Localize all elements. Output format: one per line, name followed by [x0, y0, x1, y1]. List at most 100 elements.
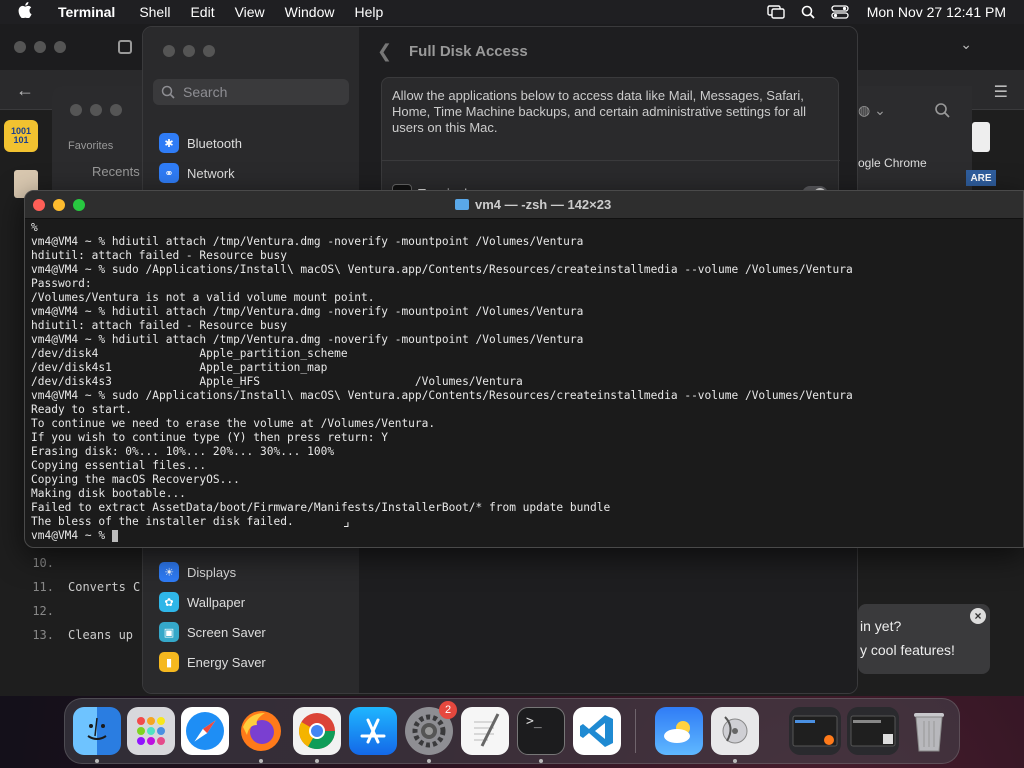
- spotlight-search-icon[interactable]: [799, 5, 817, 19]
- dock-chrome-icon[interactable]: [293, 707, 341, 755]
- code-line: 12.: [32, 604, 54, 618]
- sidebar-item-label: Displays: [187, 564, 237, 580]
- back-chevron-icon[interactable]: ❮: [377, 41, 392, 62]
- terminal-prompt-line[interactable]: vm4@VM4 ~ %: [31, 529, 1021, 543]
- terminal-line: hdiutil: attach failed - Resource busy: [31, 319, 287, 332]
- menu-edit[interactable]: Edit: [190, 4, 214, 20]
- search-icon[interactable]: [934, 102, 950, 118]
- page-title: Full Disk Access: [409, 43, 528, 60]
- chevron-down-icon[interactable]: ⌄: [960, 36, 972, 53]
- notification-line-2: y cool features!: [860, 642, 955, 658]
- dock-finder-icon[interactable]: [73, 707, 121, 755]
- terminal-zoom-button[interactable]: [73, 199, 85, 211]
- terminal-line: Erasing disk: 0%... 10%... 20%... 30%...…: [31, 445, 335, 458]
- menu-hamburger-icon[interactable]: ☰: [994, 82, 1008, 102]
- sidebar-item-label: Energy Saver: [187, 654, 266, 670]
- dock-system-settings-icon[interactable]: 2: [405, 701, 457, 755]
- running-indicator: [733, 759, 737, 763]
- search-icon: [161, 85, 175, 99]
- terminal-line: Password:: [31, 277, 92, 290]
- settings-close-button[interactable]: [163, 45, 175, 57]
- full-disk-access-description: Allow the applications below to access d…: [392, 88, 807, 135]
- finder-minimize-button[interactable]: [90, 104, 102, 116]
- terminal-line: Copying essential files...: [31, 459, 207, 472]
- menu-shell[interactable]: Shell: [139, 4, 170, 20]
- control-center-icon[interactable]: [831, 5, 849, 19]
- bluetooth-icon: ✱: [159, 133, 179, 153]
- sidebar-item-energy-saver[interactable]: ▮ Energy Saver: [159, 650, 266, 674]
- screen-mirroring-icon[interactable]: [767, 5, 785, 19]
- settings-dial-icon[interactable]: ◍ ⌄: [858, 102, 886, 119]
- sidebar-item-wallpaper[interactable]: ✿ Wallpaper: [159, 590, 245, 614]
- folder-icon: [455, 199, 469, 210]
- dock-weather-icon[interactable]: [655, 707, 703, 755]
- dock: 2 >_: [64, 698, 960, 764]
- menu-bar: Terminal Shell Edit View Window Help Mon…: [0, 0, 1024, 24]
- terminal-line: %: [31, 221, 38, 234]
- sidebar-item-recents[interactable]: Recents: [92, 164, 140, 179]
- sidebar-item-screen-saver[interactable]: ▣ Screen Saver: [159, 620, 266, 644]
- terminal-line: If you wish to continue type (Y) then pr…: [31, 431, 388, 444]
- terminal-line: hdiutil: attach failed - Resource busy: [31, 249, 287, 262]
- terminal-line: Ready to start.: [31, 403, 133, 416]
- dock-separator: [635, 709, 636, 753]
- terminal-prompt: vm4@VM4 ~ %: [31, 529, 112, 542]
- running-indicator: [315, 759, 319, 763]
- terminal-minimize-button[interactable]: [53, 199, 65, 211]
- settings-minimize-button[interactable]: [183, 45, 195, 57]
- settings-zoom-button[interactable]: [203, 45, 215, 57]
- menu-clock[interactable]: Mon Nov 27 12:41 PM: [867, 4, 1006, 20]
- dock-disk-utility-icon[interactable]: [711, 707, 759, 755]
- settings-search-input[interactable]: [183, 84, 333, 100]
- terminal-screen[interactable]: % vm4@VM4 ~ % hdiutil attach /tmp/Ventur…: [31, 221, 1021, 547]
- code-line: 13. Cleans up: [32, 628, 134, 642]
- background-finder-window: Favorites Recents: [52, 86, 142, 196]
- dock-minimized-window-1[interactable]: [789, 707, 841, 755]
- settings-search-box[interactable]: [153, 79, 349, 105]
- code-line: 11. Converts C: [32, 580, 141, 594]
- notification-bubble[interactable]: in yet? y cool features! ×: [858, 604, 990, 674]
- dock-app-store-icon[interactable]: [349, 707, 397, 755]
- dock-minimized-window-2[interactable]: [847, 707, 899, 755]
- window-close-button[interactable]: [14, 41, 26, 53]
- site-logo: 1001 101: [4, 120, 38, 152]
- notification-close-icon[interactable]: ×: [970, 608, 986, 624]
- menu-window[interactable]: Window: [285, 4, 335, 20]
- window-zoom-button[interactable]: [54, 41, 66, 53]
- dock-launchpad-icon[interactable]: [127, 707, 175, 755]
- dock-vscode-icon[interactable]: [573, 707, 621, 755]
- wallpaper-icon: ✿: [159, 592, 179, 612]
- menu-app-name[interactable]: Terminal: [58, 4, 115, 20]
- sidebar-item-bluetooth[interactable]: ✱ Bluetooth: [159, 131, 242, 155]
- sidebar-item-displays[interactable]: ☀ Displays: [159, 560, 236, 584]
- terminal-close-button[interactable]: [33, 199, 45, 211]
- dock-textedit-icon[interactable]: [461, 707, 509, 755]
- sidebar-item-label: Screen Saver: [187, 624, 266, 640]
- code-line: 10.: [32, 556, 54, 570]
- sidebar-item-label: Wallpaper: [187, 594, 246, 610]
- back-arrow-icon[interactable]: ←: [16, 80, 34, 101]
- window-minimize-button[interactable]: [34, 41, 46, 53]
- terminal-line: /dev/disk4 Apple_partition_scheme: [31, 347, 348, 360]
- sidebar-item-label: Network: [187, 165, 235, 181]
- chrome-app-label: ogle Chrome: [858, 156, 927, 170]
- terminal-line: /dev/disk4s1 Apple_partition_map: [31, 361, 328, 374]
- dock-safari-icon[interactable]: [181, 707, 229, 755]
- finder-zoom-button[interactable]: [110, 104, 122, 116]
- apple-menu-icon[interactable]: [18, 2, 38, 22]
- notification-badge: 2: [439, 701, 457, 719]
- terminal-line: Making disk bootable...: [31, 487, 186, 500]
- finder-close-button[interactable]: [70, 104, 82, 116]
- tab-overview-icon[interactable]: [118, 40, 132, 54]
- terminal-line: vm4@VM4 ~ % sudo /Applications/Install\ …: [31, 263, 853, 276]
- dock-firefox-icon[interactable]: [237, 707, 285, 755]
- terminal-title-text: vm4 — -zsh — 142×23: [475, 197, 612, 212]
- terminal-line: To continue we need to erase the volume …: [31, 417, 436, 430]
- dock-trash-icon[interactable]: [905, 707, 953, 755]
- sidebar-item-network[interactable]: ⚭ Network: [159, 161, 235, 185]
- share-badge: ARE: [966, 170, 996, 186]
- dock-terminal-icon[interactable]: >_: [517, 707, 565, 755]
- terminal-titlebar[interactable]: vm4 — -zsh — 142×23: [25, 191, 1023, 219]
- menu-help[interactable]: Help: [354, 4, 383, 20]
- menu-view[interactable]: View: [235, 4, 265, 20]
